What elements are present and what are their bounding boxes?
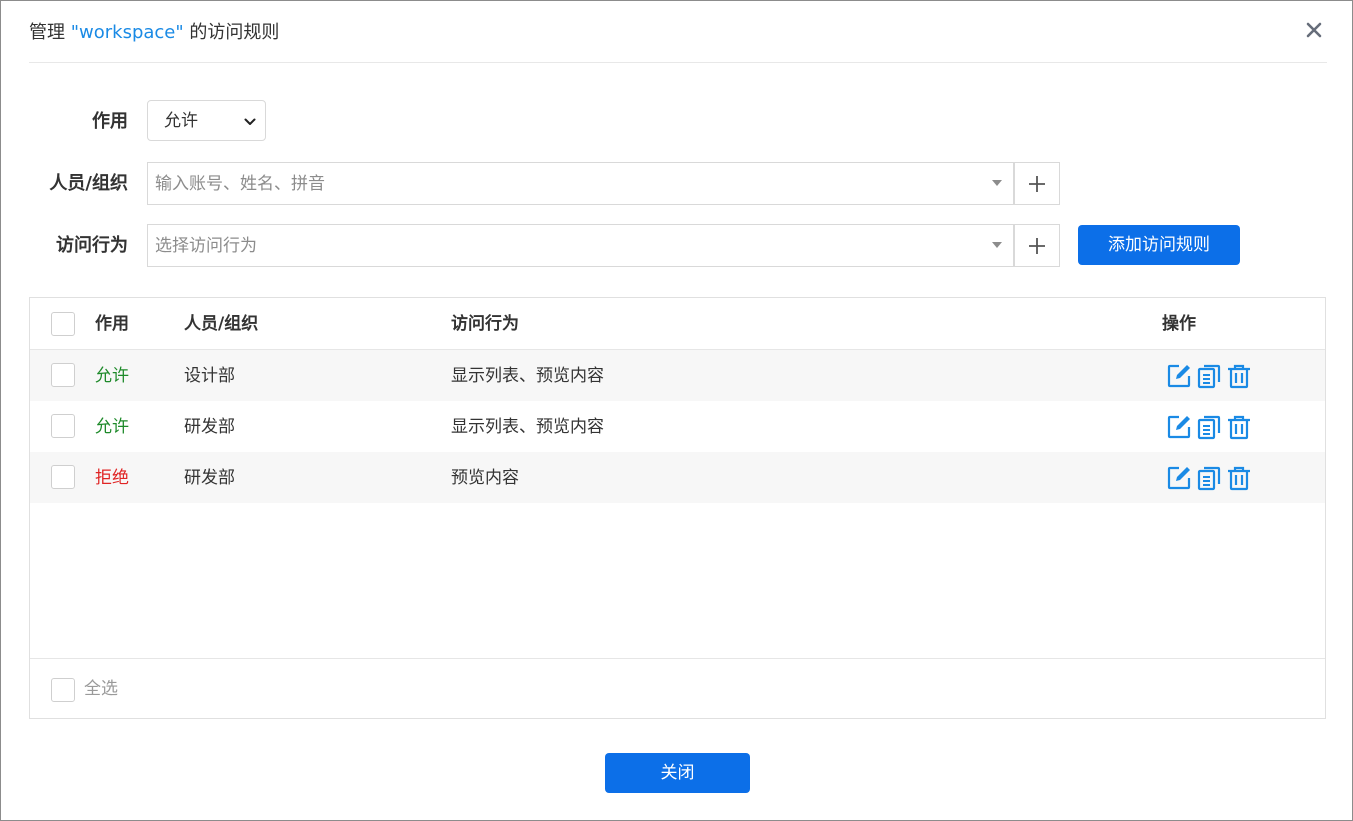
row-actions: 显示列表、预览内容 xyxy=(451,366,604,386)
effect-select[interactable]: 允许 xyxy=(147,100,266,141)
title-prefix: 管理 xyxy=(29,22,71,43)
action-combobox xyxy=(147,224,1014,267)
row-checkbox[interactable] xyxy=(51,414,75,438)
dialog-header: 管理 "workspace" 的访问规则 xyxy=(29,1,1327,63)
dialog-title: 管理 "workspace" 的访问规则 xyxy=(29,21,279,45)
header-operations: 操作 xyxy=(1162,314,1196,334)
table-row: 允许 设计部 显示列表、预览内容 xyxy=(30,350,1325,401)
effect-select-value: 允许 xyxy=(164,111,198,131)
title-workspace-name: "workspace" xyxy=(70,22,184,43)
table-row: 允许 研发部 显示列表、预览内容 xyxy=(30,401,1325,452)
copy-icon[interactable] xyxy=(1196,465,1222,491)
trash-icon[interactable] xyxy=(1226,414,1252,440)
effect-label: 作用 xyxy=(92,111,128,132)
row-people: 设计部 xyxy=(184,366,235,386)
access-rules-dialog: 管理 "workspace" 的访问规则 作用 允许 人员/组织 访问行为 添 xyxy=(0,0,1353,821)
select-all-checkbox[interactable] xyxy=(51,678,75,702)
copy-icon[interactable] xyxy=(1196,363,1222,389)
add-people-button[interactable] xyxy=(1014,162,1060,205)
chevron-down-icon xyxy=(244,118,256,125)
action-label: 访问行为 xyxy=(56,235,128,256)
table-row: 拒绝 研发部 预览内容 xyxy=(30,452,1325,503)
people-label: 人员/组织 xyxy=(49,173,128,194)
header-effect: 作用 xyxy=(95,314,129,334)
edit-icon[interactable] xyxy=(1166,363,1192,389)
action-input[interactable] xyxy=(148,225,978,266)
close-button[interactable]: 关闭 xyxy=(605,753,750,793)
header-actions: 访问行为 xyxy=(451,314,519,334)
row-actions: 显示列表、预览内容 xyxy=(451,417,604,437)
edit-icon[interactable] xyxy=(1166,414,1192,440)
people-combobox xyxy=(147,162,1014,205)
table-footer: 全选 xyxy=(30,658,1325,718)
trash-icon[interactable] xyxy=(1226,465,1252,491)
row-effect: 允许 xyxy=(95,366,129,386)
plus-icon xyxy=(1029,176,1045,192)
row-checkbox[interactable] xyxy=(51,363,75,387)
add-access-rule-button[interactable]: 添加访问规则 xyxy=(1078,225,1240,265)
copy-icon[interactable] xyxy=(1196,414,1222,440)
row-effect: 拒绝 xyxy=(95,468,129,488)
row-people: 研发部 xyxy=(184,417,235,437)
row-actions: 预览内容 xyxy=(451,468,519,488)
caret-down-icon[interactable] xyxy=(992,242,1002,248)
row-effect: 允许 xyxy=(95,417,129,437)
table-header: 作用 人员/组织 访问行为 操作 xyxy=(30,298,1325,350)
row-checkbox[interactable] xyxy=(51,465,75,489)
row-people: 研发部 xyxy=(184,468,235,488)
rules-table: 作用 人员/组织 访问行为 操作 允许 设计部 显示列表、预览内容 允许 研发部… xyxy=(29,297,1326,719)
close-icon[interactable] xyxy=(1303,19,1325,41)
plus-icon xyxy=(1029,238,1045,254)
select-all-label[interactable]: 全选 xyxy=(84,678,118,700)
add-action-button[interactable] xyxy=(1014,224,1060,267)
edit-icon[interactable] xyxy=(1166,465,1192,491)
people-input[interactable] xyxy=(148,163,978,204)
header-checkbox[interactable] xyxy=(51,312,75,336)
caret-down-icon[interactable] xyxy=(992,180,1002,186)
header-people: 人员/组织 xyxy=(184,314,259,334)
trash-icon[interactable] xyxy=(1226,363,1252,389)
title-suffix: 的访问规则 xyxy=(183,22,280,43)
